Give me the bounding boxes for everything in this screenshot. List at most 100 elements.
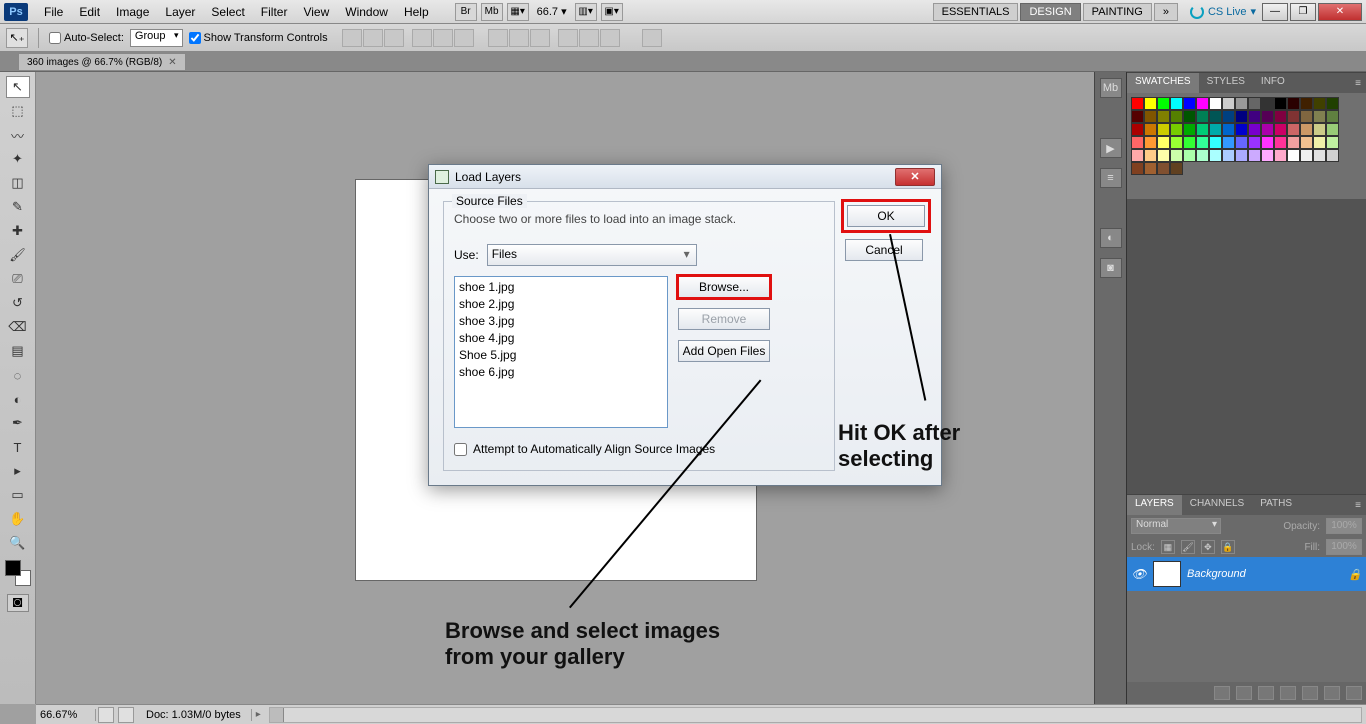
ok-button[interactable]: OK [847, 205, 925, 227]
tool-wand[interactable]: ✦ [6, 148, 30, 170]
tab-styles[interactable]: STYLES [1199, 73, 1253, 93]
swatch[interactable] [1144, 162, 1157, 175]
swatch[interactable] [1131, 162, 1144, 175]
swatch[interactable] [1131, 110, 1144, 123]
menu-view[interactable]: View [295, 5, 337, 19]
menu-filter[interactable]: Filter [253, 5, 296, 19]
swatch[interactable] [1196, 123, 1209, 136]
view-extras-icon[interactable]: ▦▾ [507, 3, 529, 21]
lock-pixels-icon[interactable]: 🖌 [1181, 540, 1195, 554]
swatch[interactable] [1313, 136, 1326, 149]
maximize-button[interactable]: ❐ [1290, 3, 1316, 21]
workspace-essentials[interactable]: ESSENTIALS [933, 3, 1019, 21]
auto-select-dropdown[interactable]: Group [130, 29, 183, 47]
tool-marquee[interactable]: ⬚ [6, 100, 30, 122]
distribute-btn[interactable] [600, 29, 620, 47]
swatch[interactable] [1313, 97, 1326, 110]
document-tab[interactable]: 360 images @ 66.7% (RGB/8) ✕ [18, 53, 186, 71]
tool-brush[interactable]: 🖌 [6, 244, 30, 266]
swatch[interactable] [1170, 123, 1183, 136]
tool-crop[interactable]: ◫ [6, 172, 30, 194]
swatch[interactable] [1157, 110, 1170, 123]
masks-panel-icon[interactable]: ◙ [1100, 258, 1122, 278]
file-list-item[interactable]: shoe 4.jpg [459, 330, 663, 347]
workspace-more[interactable]: » [1154, 3, 1178, 21]
swatch[interactable] [1131, 97, 1144, 110]
file-list-item[interactable]: shoe 1.jpg [459, 279, 663, 296]
swatch[interactable] [1274, 136, 1287, 149]
zoom-value[interactable]: 66.7 [537, 6, 558, 18]
swatch[interactable] [1261, 136, 1274, 149]
document-close-icon[interactable]: ✕ [168, 57, 176, 68]
distribute-btn[interactable] [509, 29, 529, 47]
fg-bg-colors[interactable] [5, 560, 31, 586]
swatch[interactable] [1261, 123, 1274, 136]
swatch[interactable] [1157, 123, 1170, 136]
distribute-btn[interactable] [579, 29, 599, 47]
swatch[interactable] [1170, 162, 1183, 175]
menu-window[interactable]: Window [337, 5, 396, 19]
swatch[interactable] [1222, 136, 1235, 149]
workspace-design[interactable]: DESIGN [1020, 3, 1080, 21]
panel-menu-icon[interactable]: ≡ [1350, 495, 1366, 515]
cslive-button[interactable]: CS Live ▾ [1190, 5, 1256, 19]
swatch[interactable] [1274, 123, 1287, 136]
auto-align-btn[interactable] [642, 29, 662, 47]
app-logo-icon[interactable]: Ps [4, 3, 28, 21]
swatch[interactable] [1157, 149, 1170, 162]
file-list[interactable]: shoe 1.jpgshoe 2.jpgshoe 3.jpgshoe 4.jpg… [454, 276, 668, 428]
tool-lasso[interactable]: 〰 [6, 124, 30, 146]
align-btn[interactable] [412, 29, 432, 47]
swatch[interactable] [1261, 149, 1274, 162]
swatch[interactable] [1144, 110, 1157, 123]
distribute-btn[interactable] [530, 29, 550, 47]
tool-eyedropper[interactable]: ✎ [6, 196, 30, 218]
status-zoom[interactable]: 66.67% [36, 709, 96, 721]
swatch[interactable] [1300, 149, 1313, 162]
swatch[interactable] [1287, 110, 1300, 123]
status-nav-right[interactable] [118, 707, 134, 723]
menu-edit[interactable]: Edit [71, 5, 108, 19]
swatch[interactable] [1235, 110, 1248, 123]
tool-gradient[interactable]: ▤ [6, 340, 30, 362]
horizontal-scrollbar[interactable] [269, 707, 1362, 723]
swatch[interactable] [1274, 149, 1287, 162]
blend-mode-select[interactable]: Normal [1131, 518, 1221, 534]
layers-empty-area[interactable] [1127, 591, 1366, 682]
quickmask-toggle[interactable]: ◙ [7, 594, 29, 612]
swatch[interactable] [1183, 149, 1196, 162]
lock-transparent-icon[interactable]: ▦ [1161, 540, 1175, 554]
panel-menu-icon[interactable]: ≡ [1350, 73, 1366, 93]
file-list-item[interactable]: shoe 3.jpg [459, 313, 663, 330]
swatch[interactable] [1170, 149, 1183, 162]
fill-field[interactable]: 100% [1326, 539, 1362, 555]
swatch[interactable] [1235, 97, 1248, 110]
cancel-button[interactable]: Cancel [845, 239, 923, 261]
swatch[interactable] [1196, 97, 1209, 110]
swatch[interactable] [1157, 162, 1170, 175]
swatch[interactable] [1131, 149, 1144, 162]
tool-shape[interactable]: ▭ [6, 484, 30, 506]
dialog-close-icon[interactable]: ✕ [895, 168, 935, 186]
auto-align-checkbox[interactable]: Attempt to Automatically Align Source Im… [454, 442, 824, 456]
swatch[interactable] [1209, 123, 1222, 136]
swatch[interactable] [1222, 97, 1235, 110]
swatch[interactable] [1209, 136, 1222, 149]
swatch[interactable] [1131, 123, 1144, 136]
swatch[interactable] [1326, 149, 1339, 162]
swatch[interactable] [1313, 110, 1326, 123]
swatch[interactable] [1170, 97, 1183, 110]
swatch[interactable] [1144, 136, 1157, 149]
swatch[interactable] [1144, 97, 1157, 110]
minibridge-icon[interactable]: Mb [481, 3, 503, 21]
tool-eraser[interactable]: ⌫ [6, 316, 30, 338]
remove-button[interactable]: Remove [678, 308, 770, 330]
swatch[interactable] [1248, 149, 1261, 162]
swatch[interactable] [1235, 149, 1248, 162]
swatch[interactable] [1261, 110, 1274, 123]
swatch[interactable] [1183, 123, 1196, 136]
swatch[interactable] [1235, 136, 1248, 149]
swatch[interactable] [1274, 110, 1287, 123]
swatch[interactable] [1248, 110, 1261, 123]
add-open-files-button[interactable]: Add Open Files [678, 340, 770, 362]
